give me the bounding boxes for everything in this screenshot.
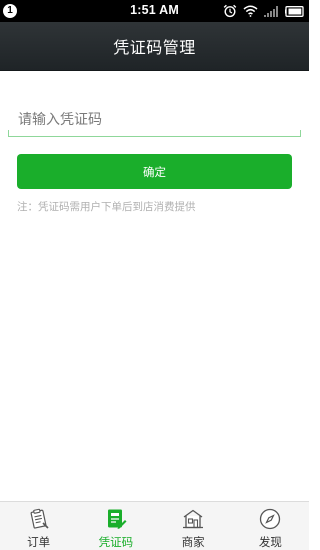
- bottom-tab-bar: 订单 凭证码 商家 发现: [0, 501, 309, 550]
- wifi-icon: [243, 5, 258, 17]
- compass-icon: [260, 508, 281, 530]
- page-title: 凭证码管理: [113, 38, 196, 57]
- order-list-icon: [30, 508, 49, 529]
- tab-label: 凭证码: [98, 535, 134, 549]
- code-input-container: [8, 103, 301, 137]
- tab-label: 订单: [27, 535, 51, 549]
- voucher-code-icon: [107, 509, 127, 529]
- signal-icon: [264, 5, 278, 17]
- voucher-code-input[interactable]: [8, 103, 301, 136]
- status-icons: [223, 4, 305, 18]
- note-text: 注：凭证码需用户下单后到店消费提供: [17, 201, 196, 213]
- tab-label: 商家: [181, 535, 205, 549]
- status-bar: 1 1:51 AM: [0, 0, 309, 22]
- alarm-icon: [223, 4, 237, 18]
- tab-label: 发现: [258, 535, 282, 549]
- shop-icon: [183, 509, 204, 529]
- title-bar: 凭证码管理: [0, 22, 309, 71]
- tab-shop[interactable]: 商家: [155, 502, 232, 550]
- tab-orders[interactable]: 订单: [0, 502, 77, 550]
- tab-voucher-code[interactable]: 凭证码: [77, 502, 154, 550]
- tab-discover[interactable]: 发现: [232, 502, 309, 550]
- confirm-button[interactable]: 确定: [17, 154, 292, 189]
- battery-icon: [285, 5, 304, 17]
